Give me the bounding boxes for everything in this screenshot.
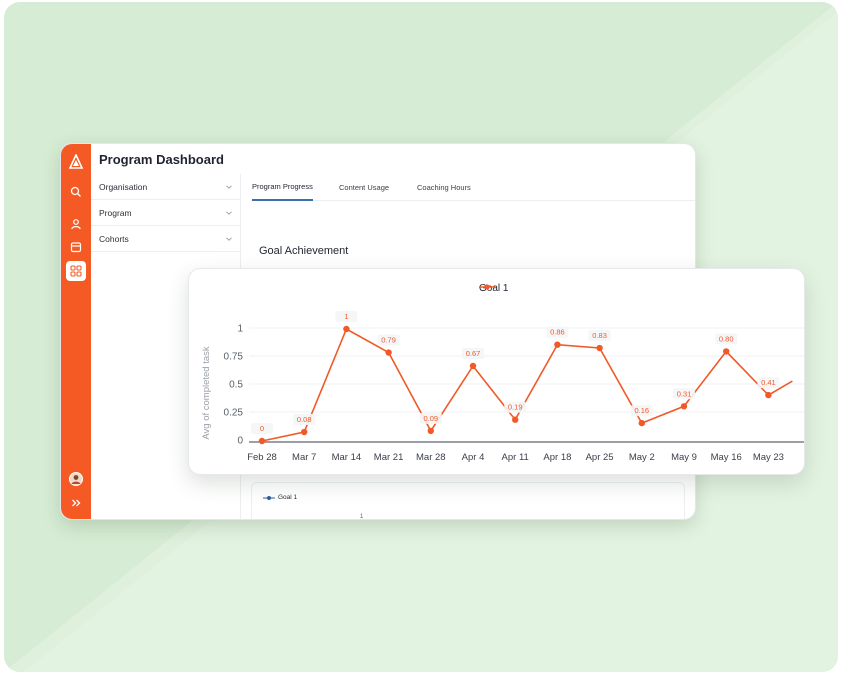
x-tick-label: Apr 18 bbox=[543, 452, 571, 463]
filter-label: Program bbox=[99, 207, 132, 218]
chevron-down-icon bbox=[226, 236, 232, 241]
x-tick-label: Mar 7 bbox=[292, 452, 316, 463]
data-label: 0 bbox=[260, 424, 264, 433]
x-tick-label: Mar 28 bbox=[416, 452, 446, 463]
tab-coaching-hours[interactable]: Coaching Hours bbox=[417, 174, 471, 201]
series-line bbox=[261, 327, 793, 442]
logo-icon[interactable] bbox=[66, 152, 86, 172]
y-tick-label: 0.75 bbox=[224, 352, 244, 363]
x-tick-label: May 9 bbox=[671, 452, 697, 463]
data-point bbox=[638, 419, 645, 427]
sidebar bbox=[61, 144, 91, 519]
tab-program-progress[interactable]: Program Progress bbox=[252, 174, 313, 201]
line-chart: 0 0.25 0.5 0.75 1 Feb 28 Mar 7 Mar 14 Mar 21 Mar … bbox=[224, 311, 804, 463]
filter-label: Organisation bbox=[99, 181, 148, 192]
x-tick-label: Mar 21 bbox=[374, 452, 404, 463]
data-point bbox=[596, 344, 603, 352]
data-label: 0.86 bbox=[550, 328, 565, 337]
data-point bbox=[723, 348, 730, 355]
data-label: 0.08 bbox=[297, 415, 312, 424]
x-tick-label: Feb 28 bbox=[247, 452, 277, 463]
data-point bbox=[469, 362, 477, 370]
filter-organisation[interactable]: Organisation bbox=[91, 174, 241, 200]
search-icon[interactable] bbox=[66, 182, 86, 202]
data-point bbox=[427, 427, 434, 435]
user-icon[interactable] bbox=[66, 214, 86, 234]
y-tick-label: 0.25 bbox=[224, 408, 244, 419]
data-point bbox=[554, 341, 561, 348]
data-label: 0.19 bbox=[508, 403, 523, 412]
expand-chevrons-icon[interactable] bbox=[66, 493, 86, 513]
filter-label: Cohorts bbox=[99, 233, 129, 244]
data-point bbox=[512, 416, 519, 423]
dashboard-grid-icon[interactable] bbox=[66, 261, 86, 281]
x-tick-label: May 23 bbox=[753, 452, 784, 463]
y-tick-label: 0.5 bbox=[229, 380, 243, 391]
y-tick-label: 0 bbox=[237, 436, 243, 447]
data-point bbox=[301, 428, 308, 436]
x-tick-label: Apr 25 bbox=[586, 452, 614, 463]
calendar-icon[interactable] bbox=[66, 237, 86, 257]
filter-cohorts[interactable]: Cohorts bbox=[91, 226, 241, 252]
goal-chart-card: Goal 1 Avg of completed task 0 0.25 0.5 0.7… bbox=[188, 268, 805, 475]
secondary-chart-legend[interactable]: Goal 1 bbox=[263, 494, 297, 501]
data-point bbox=[343, 325, 350, 333]
data-point bbox=[765, 391, 772, 399]
chevron-down-icon bbox=[226, 184, 232, 189]
chevron-down-icon bbox=[226, 210, 232, 215]
avatar[interactable] bbox=[66, 469, 86, 489]
data-label: 0.16 bbox=[634, 406, 649, 415]
data-point bbox=[385, 349, 392, 356]
x-tick-label: May 16 bbox=[711, 452, 742, 463]
data-label: 0.83 bbox=[592, 331, 607, 340]
data-label: 0.09 bbox=[423, 414, 438, 423]
data-label: 0.67 bbox=[466, 349, 481, 358]
legend-label: Goal 1 bbox=[278, 494, 298, 501]
section-title: Goal Achievement bbox=[259, 245, 349, 257]
data-point bbox=[680, 403, 688, 410]
secondary-chart-card bbox=[251, 482, 685, 519]
tab-content-usage[interactable]: Content Usage bbox=[339, 174, 389, 201]
y-tick-label: 1 bbox=[237, 324, 243, 335]
data-label: 0.41 bbox=[761, 378, 776, 387]
data-label: 0.79 bbox=[381, 336, 396, 345]
x-tick-label: Apr 11 bbox=[502, 452, 529, 463]
x-tick-label: May 2 bbox=[629, 452, 655, 463]
data-label: 0.80 bbox=[719, 334, 734, 343]
filter-program[interactable]: Program bbox=[91, 200, 241, 226]
legend-marker-icon bbox=[263, 495, 275, 500]
data-label: 0.31 bbox=[677, 389, 692, 398]
page-title: Program Dashboard bbox=[99, 152, 224, 167]
tab-bar: Program Progress Content Usage Coaching … bbox=[251, 174, 695, 201]
data-label: 1 bbox=[344, 312, 348, 321]
x-tick-label: Apr 4 bbox=[462, 452, 485, 463]
secondary-chart-tick: 1 bbox=[360, 514, 364, 520]
x-tick-label: Mar 14 bbox=[332, 452, 362, 463]
data-point bbox=[258, 437, 266, 445]
